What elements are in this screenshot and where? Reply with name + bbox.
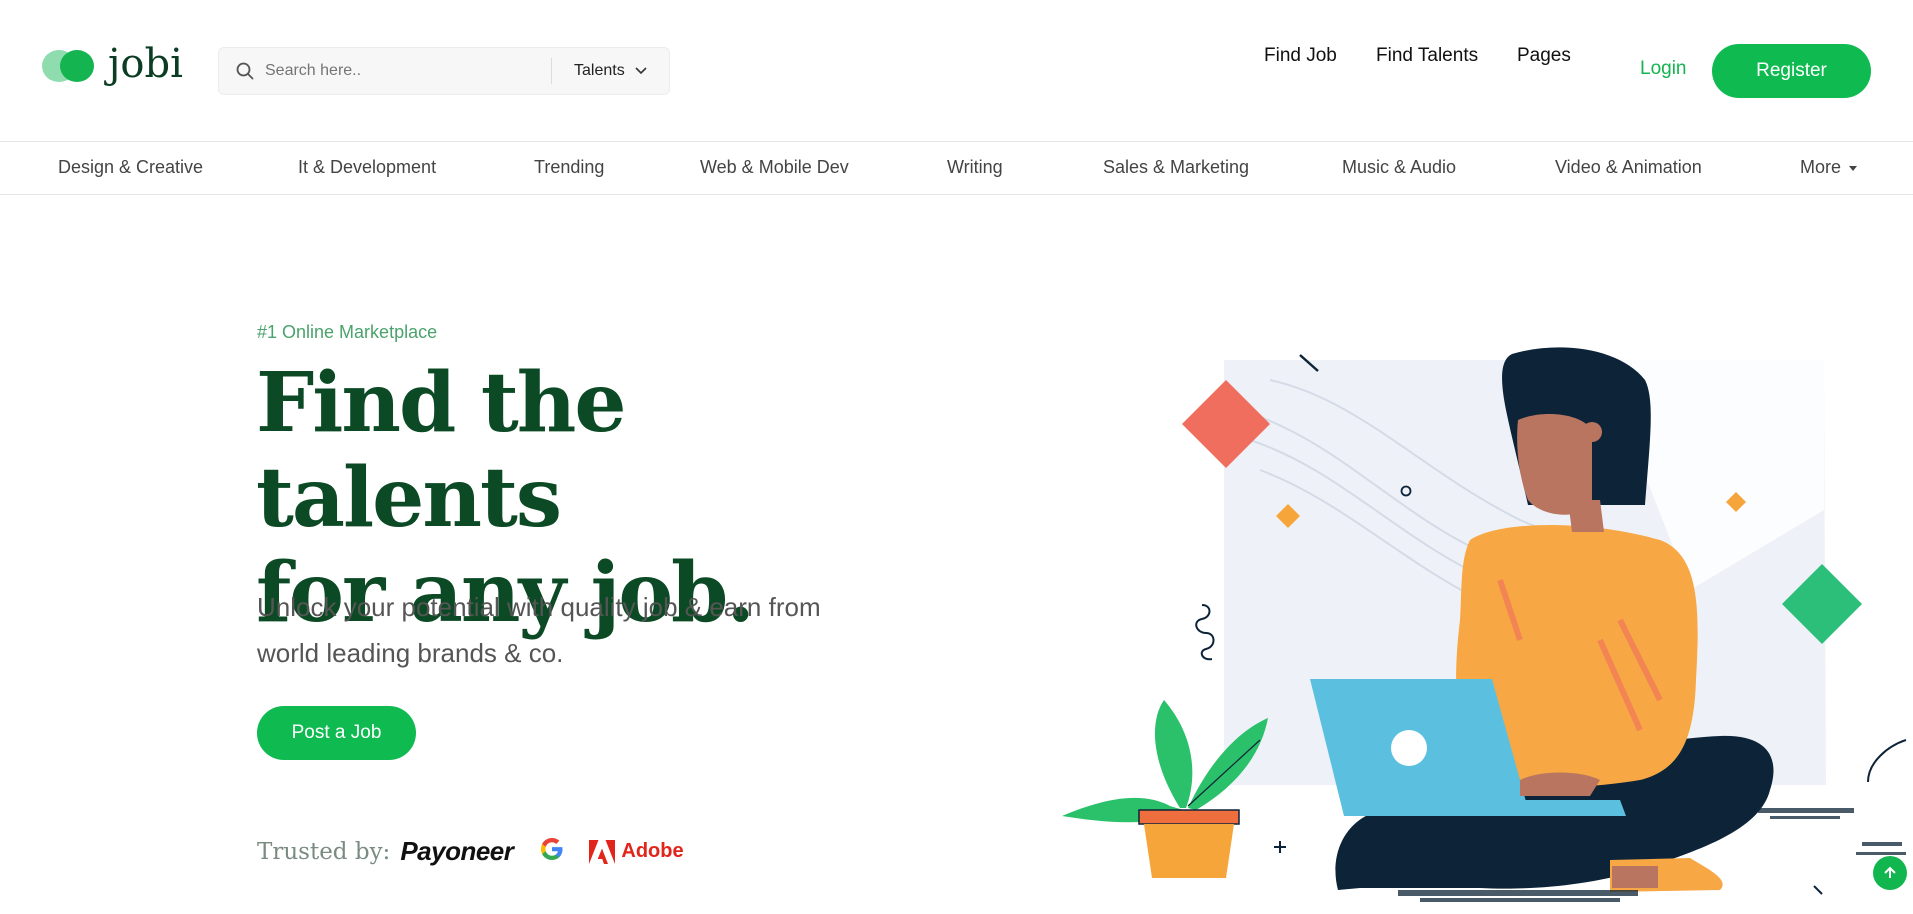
search-input[interactable] — [265, 62, 545, 80]
search-divider — [551, 58, 552, 84]
category-more-label: More — [1800, 157, 1842, 177]
category-bar: Design & Creative It & Development Trend… — [0, 142, 1913, 195]
nav-pages[interactable]: Pages — [1517, 45, 1571, 67]
trusted-by: Trusted by: Payoneer Adobe — [257, 836, 684, 867]
search-category-label: Talents — [574, 62, 625, 79]
category-web-mobile-dev[interactable]: Web & Mobile Dev — [700, 157, 849, 178]
logo-mark-icon — [40, 48, 98, 84]
payoneer-logo: Payoneer — [400, 836, 514, 866]
register-button[interactable]: Register — [1712, 44, 1871, 98]
logo[interactable]: jobi — [40, 44, 183, 84]
category-sales-marketing[interactable]: Sales & Marketing — [1103, 157, 1249, 178]
login-link[interactable]: Login — [1640, 58, 1687, 80]
search-icon — [219, 62, 259, 80]
arrow-up-icon — [1884, 866, 1896, 878]
category-it-development[interactable]: It & Development — [298, 157, 436, 178]
category-design-creative[interactable]: Design & Creative — [58, 157, 203, 178]
google-logo-icon — [539, 836, 565, 867]
adobe-icon — [589, 839, 616, 864]
category-more[interactable]: More — [1800, 157, 1858, 178]
category-music-audio[interactable]: Music & Audio — [1342, 157, 1456, 178]
caret-down-icon — [1849, 165, 1858, 171]
adobe-logo-text: Adobe — [621, 840, 684, 862]
scroll-to-top-button[interactable] — [1873, 856, 1907, 890]
category-writing[interactable]: Writing — [947, 157, 1003, 178]
adobe-logo: Adobe — [589, 839, 684, 864]
chevron-down-icon — [635, 62, 647, 80]
hero-subtext: Unlock your potential with quality job &… — [257, 592, 821, 668]
hero-illustration — [1062, 347, 1907, 902]
nav-find-job[interactable]: Find Job — [1264, 45, 1337, 67]
hero-eyebrow: #1 Online Marketplace — [257, 322, 438, 342]
post-job-button[interactable]: Post a Job — [257, 706, 416, 760]
site-header: jobi Talents Find Job Find Talents Pages… — [0, 0, 1913, 142]
category-video-animation[interactable]: Video & Animation — [1555, 157, 1702, 178]
search-category-select[interactable]: Talents — [574, 62, 647, 80]
category-trending[interactable]: Trending — [534, 157, 604, 178]
search-bar: Talents — [218, 47, 670, 95]
logo-text: jobi — [108, 41, 183, 87]
nav-find-talents[interactable]: Find Talents — [1376, 45, 1478, 67]
trusted-label: Trusted by: — [257, 838, 391, 865]
